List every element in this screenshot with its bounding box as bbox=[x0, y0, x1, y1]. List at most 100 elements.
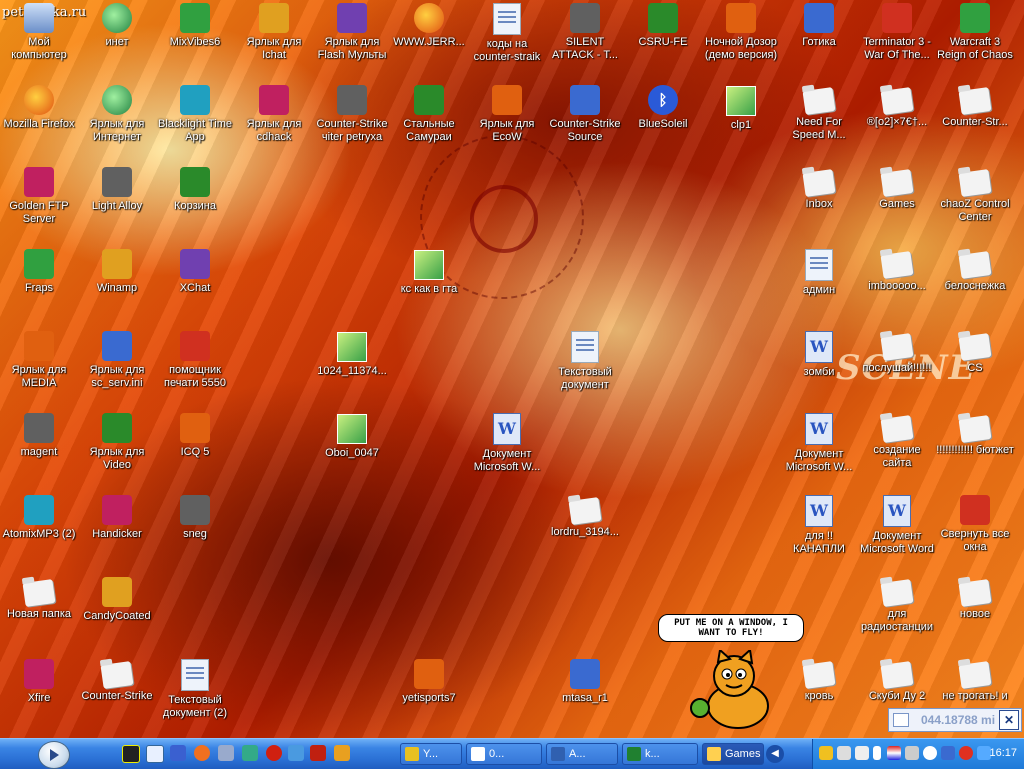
desktop-icon[interactable]: Golden FTP Server bbox=[0, 166, 78, 226]
quicklaunch-desktop-icon[interactable] bbox=[218, 745, 234, 761]
taskbar-task-button[interactable]: k... bbox=[622, 743, 698, 765]
desktop-icon[interactable]: коды на counter-straik bbox=[468, 2, 546, 64]
quicklaunch-opera-icon[interactable] bbox=[266, 745, 282, 761]
desktop-icon[interactable]: yetisports7 bbox=[390, 658, 468, 705]
quicklaunch-mail-icon[interactable] bbox=[288, 745, 304, 761]
quicklaunch-atomix-icon[interactable] bbox=[122, 745, 140, 763]
desktop-icon[interactable]: CSRU-FE bbox=[624, 2, 702, 49]
desktop-icon[interactable]: Ярлык для Интернет bbox=[78, 84, 156, 144]
desktop-icon[interactable]: XChat bbox=[156, 248, 234, 295]
tray-antivirus-icon[interactable] bbox=[959, 746, 973, 760]
desktop-icon[interactable]: CS bbox=[936, 330, 1014, 375]
quicklaunch-firefox-icon[interactable] bbox=[194, 745, 210, 761]
desktop-icon[interactable]: W Документ Microsoft W... bbox=[780, 412, 858, 474]
desktop-icon[interactable]: Need For Speed M... bbox=[780, 84, 858, 142]
desktop-icon[interactable]: CandyCoated bbox=[78, 576, 156, 623]
desktop-icon[interactable]: W Документ Microsoft Word bbox=[858, 494, 936, 556]
desktop-icon[interactable]: Xfire bbox=[0, 658, 78, 705]
desktop-icon[interactable]: 1024_11374... bbox=[313, 330, 391, 378]
quicklaunch-net-icon[interactable] bbox=[242, 745, 258, 761]
desktop-icon[interactable]: Ярлык для Ichat bbox=[235, 2, 313, 62]
tray-battery-icon[interactable] bbox=[873, 746, 881, 760]
desktop-icon[interactable]: Counter-Strike чiter petryxa bbox=[313, 84, 391, 144]
desktop-icon[interactable]: Текстовый документ bbox=[546, 330, 624, 392]
desktop-icon[interactable]: mtasa_r1 bbox=[546, 658, 624, 705]
desktop-icon[interactable]: clp1 bbox=[702, 84, 780, 132]
close-icon[interactable]: ✕ bbox=[999, 710, 1019, 730]
quicklaunch-winamp-icon[interactable] bbox=[334, 745, 350, 761]
desktop-icon[interactable]: Мой компьютер bbox=[0, 2, 78, 62]
taskbar-task-button[interactable]: Y... bbox=[400, 743, 462, 765]
desktop-icon[interactable]: кровь bbox=[780, 658, 858, 703]
desktop-icon[interactable]: Light Alloy bbox=[78, 166, 156, 213]
desktop-icon[interactable]: Ярлык для EcoW bbox=[468, 84, 546, 144]
desktop-icon[interactable]: ᛒ BlueSoleil bbox=[624, 84, 702, 131]
desktop-icon[interactable]: Counter-Strike Source bbox=[546, 84, 624, 144]
desktop-icon[interactable]: не трогать! и bbox=[936, 658, 1014, 703]
desktop-icon[interactable]: Ярлык для Video bbox=[78, 412, 156, 472]
desktop-icon[interactable]: lordru_3194... bbox=[546, 494, 624, 539]
desktop-icon[interactable]: !!!!!!!!!!!! бютжет bbox=[936, 412, 1014, 457]
tray-network-icon[interactable] bbox=[837, 746, 851, 760]
quicklaunch-lightalloy-icon[interactable] bbox=[170, 745, 186, 761]
desktop-icon[interactable]: imbooooo... bbox=[858, 248, 936, 293]
desktop-icon[interactable]: Oboi_0047 bbox=[313, 412, 391, 460]
quicklaunch-app-icon[interactable] bbox=[310, 745, 326, 761]
desktop-icon[interactable]: помощник печати 5550 bbox=[156, 330, 234, 390]
desktop-icon[interactable]: Готика bbox=[780, 2, 858, 49]
desktop-icon[interactable]: Свернуть все окна bbox=[936, 494, 1014, 554]
taskbar-task-button[interactable]: Games bbox=[702, 743, 764, 765]
desktop-icon[interactable]: создание сайта bbox=[858, 412, 936, 470]
desktop-icon[interactable]: MixVibes6 bbox=[156, 2, 234, 49]
desktop-icon[interactable]: Games bbox=[858, 166, 936, 211]
desktop-icon[interactable]: Fraps bbox=[0, 248, 78, 295]
desktop-icon[interactable]: Counter-Str... bbox=[936, 84, 1014, 129]
taskbar-scroll-left-icon[interactable]: ◀ bbox=[766, 745, 784, 763]
desktop-icon[interactable]: Корзина bbox=[156, 166, 234, 213]
desktop-icon[interactable]: Текстовый документ (2) bbox=[156, 658, 234, 720]
desktop-icon[interactable]: SILENT ATTACK - T... bbox=[546, 2, 624, 62]
desktop-icon[interactable]: W Документ Microsoft W... bbox=[468, 412, 546, 474]
taskbar-task-button[interactable]: A... bbox=[546, 743, 618, 765]
desktop-icon[interactable]: Ярлык для sc_serv.ini bbox=[78, 330, 156, 390]
taskbar-task-button[interactable]: 0... bbox=[466, 743, 542, 765]
tray-pen-icon[interactable] bbox=[855, 746, 869, 760]
desktop-icon[interactable]: Wзомби bbox=[780, 330, 858, 379]
clock[interactable]: 16:17 bbox=[989, 747, 1017, 759]
tray-flag-icon[interactable] bbox=[887, 746, 901, 760]
desktop-icon[interactable]: Counter-Strike bbox=[78, 658, 156, 703]
tray-monitor-icon[interactable] bbox=[905, 746, 919, 760]
desktop-icon[interactable]: Новая папка bbox=[0, 576, 78, 621]
desktop-icon[interactable]: для радиостанции bbox=[858, 576, 936, 634]
desktop-icon[interactable]: sneg bbox=[156, 494, 234, 541]
desktop-icon[interactable]: Ярлык для cdhack bbox=[235, 84, 313, 144]
tray-gold-icon[interactable] bbox=[819, 746, 833, 760]
desktop-icon[interactable]: Ярлык для Flash Мульты bbox=[313, 2, 391, 62]
desktop-icon[interactable]: Скуби Ду 2 bbox=[858, 658, 936, 703]
desktop-icon[interactable]: кс как в гта bbox=[390, 248, 468, 296]
desktop-icon[interactable]: AtomixMP3 (2) bbox=[0, 494, 78, 541]
desktop-icon[interactable]: WWW.JERR... bbox=[390, 2, 468, 49]
desktop-icon[interactable]: админ bbox=[780, 248, 858, 297]
desktop-icon[interactable]: Mozilla Firefox bbox=[0, 84, 78, 131]
quicklaunch-media-icon[interactable] bbox=[146, 745, 164, 763]
tray-bubble-icon[interactable] bbox=[923, 746, 937, 760]
desktop-icon[interactable]: Ярлык для MEDIA bbox=[0, 330, 78, 390]
desktop-icon[interactable]: ®[o2]×7€†... bbox=[858, 84, 936, 129]
desktop-icon[interactable]: Ночной Дозор (демо версия) bbox=[702, 2, 780, 62]
tray-bluetooth-icon[interactable] bbox=[941, 746, 955, 760]
desktop-icon[interactable]: новое bbox=[936, 576, 1014, 621]
desktop-icon[interactable]: Inbox bbox=[780, 166, 858, 211]
cat-mascot-icon[interactable] bbox=[690, 650, 776, 732]
desktop-icon[interactable]: белоснежка bbox=[936, 248, 1014, 293]
desktop-icon[interactable]: chaoZ Control Center bbox=[936, 166, 1014, 224]
tray-notification-popup[interactable]: 044.18788 mi ✕ bbox=[888, 708, 1022, 732]
desktop-icon[interactable]: Стальные Самураи bbox=[390, 84, 468, 144]
desktop-icon[interactable]: Handicker bbox=[78, 494, 156, 541]
desktop-icon[interactable]: magent bbox=[0, 412, 78, 459]
desktop-icon[interactable]: послушай!!!!!! bbox=[858, 330, 936, 375]
desktop-icon[interactable]: Blacklight Time App bbox=[156, 84, 234, 144]
desktop-icon[interactable]: Wдля !! КАНАПЛИ bbox=[780, 494, 858, 556]
desktop-icon[interactable]: Terminator 3 - War Of The... bbox=[858, 2, 936, 62]
desktop-icon[interactable]: Warcraft 3 Reign of Chaos bbox=[936, 2, 1014, 62]
